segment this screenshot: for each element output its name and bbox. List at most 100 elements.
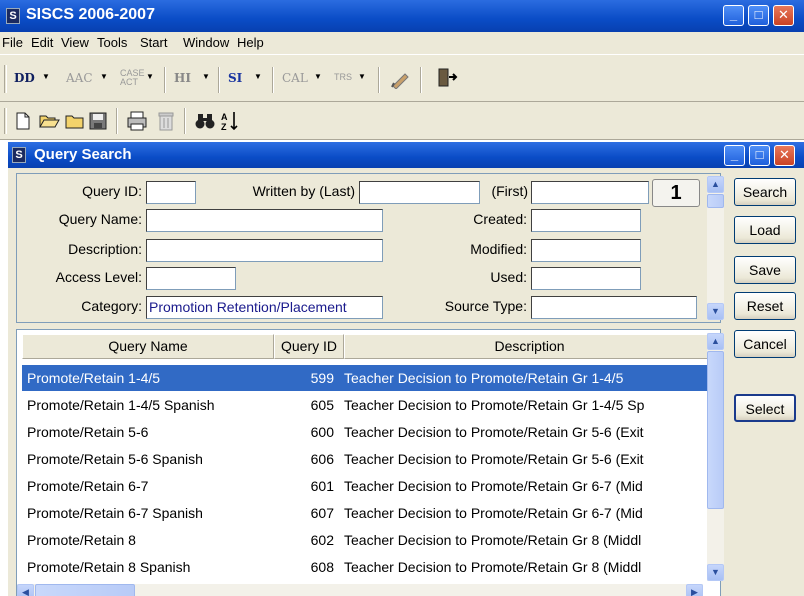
minimize-button[interactable]: _ bbox=[723, 5, 744, 26]
used-label: Used: bbox=[490, 269, 527, 285]
child-maximize-button[interactable]: □ bbox=[749, 145, 770, 166]
query-name-field[interactable] bbox=[146, 209, 383, 232]
cell-query-id: 608 bbox=[310, 559, 334, 575]
hi-dropdown-button[interactable]: HI ▼ bbox=[174, 71, 216, 91]
svg-text:A: A bbox=[221, 112, 228, 122]
cell-description: Teacher Decision to Promote/Retain Gr 6-… bbox=[344, 478, 643, 494]
aac-label: AAC bbox=[66, 71, 93, 85]
table-row[interactable]: Promote/Retain 5-6 Spanish 606 Teacher D… bbox=[22, 446, 715, 472]
cancel-button[interactable]: Cancel bbox=[734, 330, 796, 358]
scroll-left-arrow-icon[interactable]: ◀ bbox=[17, 584, 34, 596]
toolbar-grip[interactable] bbox=[4, 65, 7, 93]
module-toolbar: DD ▼ AAC ▼ CASE ACT ▼ HI ▼ SI ▼ CAL ▼ TR… bbox=[0, 54, 804, 102]
load-button[interactable]: Load bbox=[734, 216, 796, 244]
child-minimize-button[interactable]: _ bbox=[724, 145, 745, 166]
first-name-label: (First) bbox=[491, 183, 528, 199]
child-window-icon[interactable]: S bbox=[12, 147, 26, 163]
cell-description: Teacher Decision to Promote/Retain Gr 8 … bbox=[344, 559, 642, 575]
toolbar-grip[interactable] bbox=[4, 108, 7, 134]
table-row[interactable]: Promote/Retain 5-6 600 Teacher Decision … bbox=[22, 419, 715, 445]
category-field[interactable]: Promotion Retention/Placement bbox=[146, 296, 383, 319]
table-row[interactable]: Promote/Retain 6-7 601 Teacher Decision … bbox=[22, 473, 715, 499]
child-close-button[interactable]: ✕ bbox=[774, 145, 795, 166]
chevron-down-icon: ▼ bbox=[314, 72, 322, 81]
query-name-label: Query Name: bbox=[58, 211, 142, 227]
scroll-thumb[interactable] bbox=[707, 351, 724, 509]
si-dropdown-button[interactable]: SI ▼ bbox=[228, 71, 270, 91]
table-row[interactable]: Promote/Retain 6-7 Spanish 607 Teacher D… bbox=[22, 500, 715, 526]
table-row[interactable]: Promote/Retain 1-4/5 599 Teacher Decisio… bbox=[22, 365, 715, 391]
find-binoculars-icon[interactable] bbox=[194, 111, 216, 134]
save-button[interactable]: Save bbox=[734, 256, 796, 284]
scroll-up-arrow-icon[interactable]: ▲ bbox=[707, 176, 724, 193]
close-button[interactable]: ✕ bbox=[773, 5, 794, 26]
horizontal-scroll-thumb[interactable] bbox=[35, 584, 135, 596]
scroll-up-arrow-icon[interactable]: ▲ bbox=[707, 333, 724, 350]
query-search-title-bar[interactable]: S Query Search _ □ ✕ bbox=[8, 142, 804, 168]
menu-bar: File Edit View Tools Start Window Help bbox=[0, 32, 804, 54]
grid-horizontal-scrollbar[interactable]: ◀ ▶ bbox=[17, 584, 703, 596]
app-icon[interactable]: S bbox=[6, 8, 20, 24]
pen-icon[interactable] bbox=[390, 69, 414, 91]
scroll-down-arrow-icon[interactable]: ▼ bbox=[707, 564, 724, 581]
cal-dropdown-button[interactable]: CAL ▼ bbox=[282, 71, 330, 91]
cell-query-id: 605 bbox=[310, 397, 334, 413]
hi-label: HI bbox=[174, 71, 191, 85]
delete-trash-icon[interactable] bbox=[156, 110, 176, 135]
menu-file[interactable]: File bbox=[2, 35, 23, 50]
folder-icon[interactable] bbox=[64, 111, 86, 134]
maximize-button[interactable]: □ bbox=[748, 5, 769, 26]
query-id-field[interactable] bbox=[146, 181, 196, 204]
dd-dropdown-button[interactable]: DD ▼ bbox=[14, 71, 64, 91]
toolbar-separator bbox=[116, 108, 118, 134]
search-button[interactable]: Search bbox=[734, 178, 796, 206]
cell-query-id: 607 bbox=[310, 505, 334, 521]
grid-vertical-scrollbar[interactable]: ▲ ▼ bbox=[707, 333, 724, 581]
exit-door-icon[interactable] bbox=[436, 67, 460, 91]
scroll-down-arrow-icon[interactable]: ▼ bbox=[707, 303, 724, 320]
column-header-query-id[interactable]: Query ID bbox=[274, 334, 344, 359]
access-level-field[interactable] bbox=[146, 267, 236, 290]
table-row[interactable]: Promote/Retain 8 602 Teacher Decision to… bbox=[22, 527, 715, 553]
cell-query-name: Promote/Retain 5-6 Spanish bbox=[27, 451, 203, 467]
column-header-description[interactable]: Description bbox=[344, 334, 715, 359]
modified-field[interactable] bbox=[531, 239, 641, 262]
cell-query-name: Promote/Retain 5-6 bbox=[27, 424, 149, 440]
query-results-grid: Query Name Query ID Description Promote/… bbox=[16, 329, 721, 596]
description-field[interactable] bbox=[146, 239, 383, 262]
menu-start[interactable]: Start bbox=[140, 35, 167, 50]
cell-query-id: 601 bbox=[310, 478, 334, 494]
first-name-field[interactable] bbox=[531, 181, 649, 204]
save-disk-icon[interactable] bbox=[88, 111, 108, 134]
source-type-field[interactable] bbox=[531, 296, 697, 319]
cell-query-name: Promote/Retain 6-7 Spanish bbox=[27, 505, 203, 521]
created-field[interactable] bbox=[531, 209, 641, 232]
menu-tools[interactable]: Tools bbox=[97, 35, 127, 50]
menu-edit[interactable]: Edit bbox=[31, 35, 53, 50]
new-document-icon[interactable] bbox=[14, 111, 32, 134]
trs-dropdown-button[interactable]: TRS ▼ bbox=[334, 69, 374, 91]
cell-description: Teacher Decision to Promote/Retain Gr 6-… bbox=[344, 505, 643, 521]
form-scrollbar[interactable]: ▲ ▼ bbox=[707, 176, 724, 320]
menu-view[interactable]: View bbox=[61, 35, 89, 50]
table-row[interactable]: Promote/Retain 1-4/5 Spanish 605 Teacher… bbox=[22, 392, 715, 418]
menu-window[interactable]: Window bbox=[183, 35, 229, 50]
written-by-last-field[interactable] bbox=[359, 181, 480, 204]
scroll-right-arrow-icon[interactable]: ▶ bbox=[686, 584, 703, 596]
cell-description: Teacher Decision to Promote/Retain Gr 5-… bbox=[344, 424, 644, 440]
source-type-label: Source Type: bbox=[444, 298, 527, 314]
sort-az-icon[interactable]: AZ bbox=[220, 110, 240, 135]
case-act-dropdown-button[interactable]: CASE ACT ▼ bbox=[120, 67, 160, 91]
aac-dropdown-button[interactable]: AAC ▼ bbox=[66, 71, 114, 91]
reset-button[interactable]: Reset bbox=[734, 292, 796, 320]
app-title-bar[interactable]: S SISCS 2006-2007 _ □ ✕ bbox=[0, 0, 804, 32]
column-header-query-name[interactable]: Query Name bbox=[22, 334, 274, 359]
category-label: Category: bbox=[81, 298, 142, 314]
table-row[interactable]: Promote/Retain 8 Spanish 608 Teacher Dec… bbox=[22, 554, 715, 580]
menu-help[interactable]: Help bbox=[237, 35, 264, 50]
print-icon[interactable] bbox=[126, 110, 148, 135]
scroll-thumb[interactable] bbox=[707, 194, 724, 208]
select-button[interactable]: Select bbox=[734, 394, 796, 422]
open-folder-icon[interactable] bbox=[38, 111, 60, 134]
used-field[interactable] bbox=[531, 267, 641, 290]
